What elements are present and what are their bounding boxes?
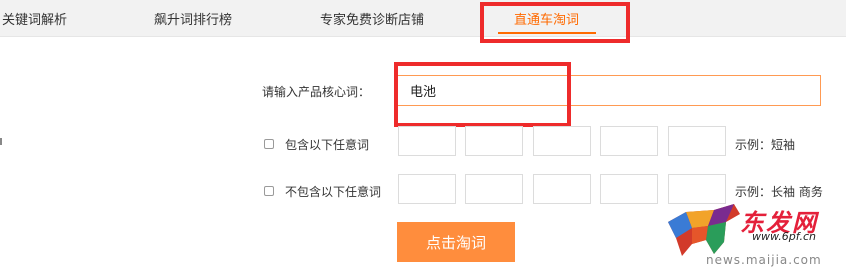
exclude-words-label: 不包含以下任意词 [285,185,382,199]
exclude-word-input-2[interactable] [465,174,523,204]
exclude-word-input-1[interactable] [398,174,456,204]
core-keyword-input[interactable] [397,75,821,106]
find-keywords-button[interactable]: 点击淘词 [397,222,515,262]
tab-keyword-analysis[interactable]: 关键词解析 [2,9,67,28]
include-word-input-2[interactable] [465,126,523,156]
include-word-input-4[interactable] [600,126,658,156]
tab-free-store-diagnosis[interactable]: 专家免费诊断店铺 [320,9,424,28]
include-word-input-5[interactable] [668,126,726,156]
include-example-text: 示例：短袖 [735,138,796,152]
include-word-input-3[interactable] [533,126,591,156]
tab-rising-keywords-ranking[interactable]: 飙升词排行榜 [154,9,232,28]
include-words-label: 包含以下任意词 [285,138,370,152]
exclude-word-input-3[interactable] [533,174,591,204]
include-word-input-1[interactable] [398,126,456,156]
bull-logo-icon [668,204,740,256]
active-tab-indicator [498,32,596,34]
tab-ztc-keyword-finder[interactable]: 直通车淘词 [514,9,579,28]
watermark-url-long: news.maijia.com [706,253,822,267]
core-keyword-label: 请输入产品核心词： [262,85,371,99]
exclude-checkbox[interactable] [264,186,274,196]
tab-bar: 关键词解析 飙升词排行榜 专家免费诊断店铺 直通车淘词 [0,0,846,37]
exclude-example-text: 示例：长袖 商务 [735,185,823,199]
include-checkbox[interactable] [264,139,274,149]
edge-marker [0,138,2,145]
watermark-url-short: www.6pf.cn [752,230,816,243]
exclude-word-input-4[interactable] [600,174,658,204]
